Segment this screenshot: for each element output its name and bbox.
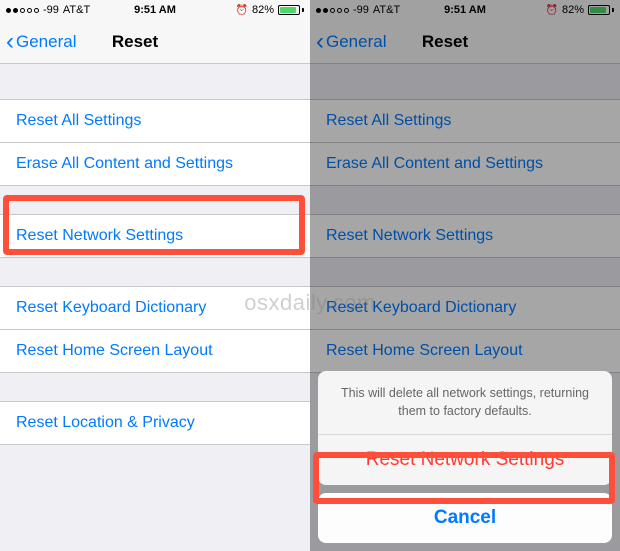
row-reset-all[interactable]: Reset All Settings [0,99,310,143]
back-label: General [16,32,76,52]
row-reset-home[interactable]: Reset Home Screen Layout [0,330,310,373]
back-label: General [326,32,386,52]
chevron-left-icon: ‹ [316,30,324,54]
battery-percent: 82% [562,4,584,16]
row-reset-home[interactable]: Reset Home Screen Layout [310,330,620,373]
page-title: Reset [310,32,620,52]
row-reset-keyboard[interactable]: Reset Keyboard Dictionary [0,286,310,330]
signal-strength: -99 [353,4,369,16]
sheet-cancel-button[interactable]: Cancel [318,493,612,543]
row-erase-all[interactable]: Erase All Content and Settings [310,143,620,186]
row-erase-all[interactable]: Erase All Content and Settings [0,143,310,186]
action-sheet: This will delete all network settings, r… [318,371,612,543]
left-screenshot: -99 AT&T 9:51 AM ⏰ 82% ‹ General Reset R… [0,0,310,551]
signal-icon [316,8,349,13]
status-time: 9:51 AM [0,4,310,16]
row-reset-keyboard[interactable]: Reset Keyboard Dictionary [310,286,620,330]
nav-bar: ‹ General Reset [0,20,310,64]
row-reset-network[interactable]: Reset Network Settings [0,214,310,258]
carrier-name: AT&T [373,4,400,16]
status-time: 9:51 AM [310,4,620,16]
row-reset-all[interactable]: Reset All Settings [310,99,620,143]
sheet-destructive-button[interactable]: Reset Network Settings [318,435,612,485]
row-reset-location[interactable]: Reset Location & Privacy [0,401,310,445]
right-screenshot: -99 AT&T 9:51 AM ⏰ 82% ‹ General Reset R… [310,0,620,551]
alarm-icon: ⏰ [546,5,558,16]
back-button[interactable]: ‹ General [310,30,386,54]
row-reset-network[interactable]: Reset Network Settings [310,214,620,258]
battery-icon [588,5,614,15]
status-bar: -99 AT&T 9:51 AM ⏰ 82% [0,0,310,20]
back-button[interactable]: ‹ General [0,30,76,54]
chevron-left-icon: ‹ [6,30,14,54]
nav-bar: ‹ General Reset [310,20,620,64]
sheet-message: This will delete all network settings, r… [318,371,612,435]
status-bar: -99 AT&T 9:51 AM ⏰ 82% [310,0,620,20]
